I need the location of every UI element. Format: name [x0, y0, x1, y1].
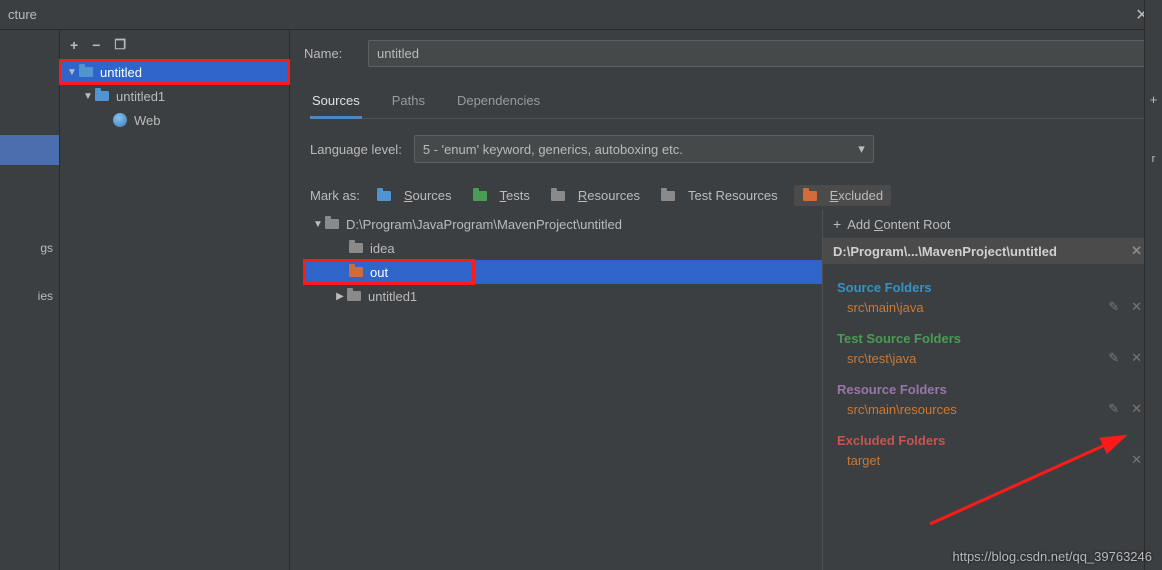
- add-content-root-label: Add Content Root: [847, 217, 950, 232]
- sources-content: ▼ D:\Program\JavaProgram\MavenProject\un…: [304, 210, 1152, 570]
- folder-icon: [660, 189, 676, 203]
- left-category-strip: gs ies: [0, 30, 60, 570]
- module-node-untitled1[interactable]: ▼ untitled1: [60, 84, 289, 108]
- module-editor: Name: Sources Paths Dependencies Languag…: [290, 30, 1162, 570]
- dir-label: untitled1: [368, 289, 417, 304]
- expand-icon[interactable]: ▼: [82, 91, 94, 102]
- excluded-folders-title: Excluded Folders: [837, 433, 1142, 448]
- plus-icon: +: [833, 216, 841, 232]
- watermark: https://blog.csdn.net/qq_39763246: [953, 549, 1153, 564]
- edit-icon[interactable]: ✎: [1108, 350, 1119, 366]
- module-node-untitled[interactable]: ▼ untitled: [60, 60, 289, 84]
- mark-as-row: Mark as: Sources Tests Resources Test Re…: [310, 185, 1146, 206]
- web-icon: [112, 113, 128, 127]
- resource-folder-item[interactable]: src\main\resources ✎✕: [837, 399, 1142, 423]
- content-root-label: D:\Program\...\MavenProject\untitled: [833, 244, 1057, 259]
- body: gs ies + − ❐ ▼ untitled ▼ untitled1: [0, 30, 1162, 570]
- expand-icon[interactable]: ▼: [312, 219, 324, 230]
- left-category-item[interactable]: gs: [0, 233, 59, 263]
- folder-icon: [376, 189, 392, 203]
- add-content-root[interactable]: + Add Content Root: [823, 210, 1152, 238]
- left-category-item[interactable]: [0, 165, 59, 195]
- test-folder-item[interactable]: src\test\java ✎✕: [837, 348, 1142, 372]
- left-category-item[interactable]: ies: [0, 281, 59, 311]
- add-icon[interactable]: +: [70, 37, 78, 53]
- source-folders-title: Source Folders: [837, 280, 1142, 295]
- tab-dependencies[interactable]: Dependencies: [455, 85, 542, 118]
- content-root-path[interactable]: D:\Program\...\MavenProject\untitled ✕: [823, 238, 1152, 264]
- mark-test-resources-button[interactable]: Test Resources: [656, 186, 782, 205]
- mark-sources-button[interactable]: Sources: [372, 186, 456, 205]
- window-title: cture: [8, 7, 1130, 22]
- folder-icon: [324, 217, 340, 231]
- remove-content-root-icon[interactable]: ✕: [1131, 243, 1142, 259]
- language-level-label: Language level:: [310, 142, 402, 157]
- chevron-down-icon: ▾: [858, 141, 865, 157]
- remove-icon[interactable]: ✕: [1131, 350, 1142, 366]
- module-node-web[interactable]: Web: [60, 108, 289, 132]
- dir-label: out: [370, 265, 388, 280]
- module-toolbar: + − ❐: [60, 30, 289, 58]
- edit-icon[interactable]: ✎: [1108, 401, 1119, 417]
- language-level-dropdown[interactable]: 5 - 'enum' keyword, generics, autoboxing…: [414, 135, 874, 163]
- test-folders-title: Test Source Folders: [837, 331, 1142, 346]
- module-label: untitled1: [116, 89, 165, 104]
- language-level-value: 5 - 'enum' keyword, generics, autoboxing…: [423, 142, 683, 157]
- folder-icon: [472, 189, 488, 203]
- module-tree: ▼ untitled ▼ untitled1 Web: [60, 58, 289, 570]
- remove-icon[interactable]: ✕: [1131, 452, 1142, 468]
- remove-icon[interactable]: ✕: [1131, 401, 1142, 417]
- tab-sources[interactable]: Sources: [310, 85, 362, 119]
- remove-icon[interactable]: −: [92, 37, 100, 53]
- content-root-panel: + Add Content Root D:\Program\...\MavenP…: [822, 210, 1152, 570]
- folder-icon: [802, 189, 818, 203]
- module-icon: [78, 65, 94, 79]
- dir-out[interactable]: out: [304, 260, 474, 284]
- directory-tree: ▼ D:\Program\JavaProgram\MavenProject\un…: [304, 210, 822, 570]
- expand-icon[interactable]: ▼: [66, 67, 78, 78]
- tab-paths[interactable]: Paths: [390, 85, 427, 118]
- language-level-row: Language level: 5 - 'enum' keyword, gene…: [310, 135, 1146, 163]
- project-structure-window: cture ✕ gs ies + − ❐ ▼ untitled: [0, 0, 1162, 570]
- folder-icon: [550, 189, 566, 203]
- module-label: Web: [134, 113, 161, 128]
- dir-untitled1[interactable]: ▶ untitled1: [304, 284, 822, 308]
- settings-icon[interactable]: r: [1152, 153, 1156, 165]
- plus-icon[interactable]: +: [1150, 92, 1158, 107]
- folder-icon: [346, 289, 362, 303]
- mark-tests-button[interactable]: Tests: [468, 186, 534, 205]
- dir-label: D:\Program\JavaProgram\MavenProject\unti…: [346, 217, 622, 232]
- dir-idea[interactable]: idea: [304, 236, 822, 260]
- mark-as-label: Mark as:: [310, 188, 360, 203]
- titlebar[interactable]: cture ✕: [0, 0, 1162, 30]
- name-label: Name:: [304, 46, 368, 61]
- module-tabs: Sources Paths Dependencies: [310, 85, 1146, 119]
- folder-icon: [348, 241, 364, 255]
- resource-folders-title: Resource Folders: [837, 382, 1142, 397]
- copy-icon[interactable]: ❐: [114, 37, 126, 53]
- remove-icon[interactable]: ✕: [1131, 299, 1142, 315]
- folder-icon: [348, 265, 364, 279]
- name-input[interactable]: [368, 40, 1152, 67]
- folder-groups: Source Folders src\main\java ✎✕ Test Sou…: [823, 264, 1152, 474]
- name-row: Name:: [304, 40, 1152, 67]
- module-label: untitled: [100, 65, 142, 80]
- excluded-folder-item[interactable]: target ✕: [837, 450, 1142, 474]
- expand-icon[interactable]: ▶: [334, 291, 346, 302]
- dir-out-row[interactable]: out: [304, 260, 822, 284]
- left-category-item[interactable]: [0, 135, 59, 165]
- source-folder-item[interactable]: src\main\java ✎✕: [837, 297, 1142, 321]
- right-gutter: + r: [1144, 0, 1162, 570]
- module-tree-panel: + − ❐ ▼ untitled ▼ untitled1 Web: [60, 30, 290, 570]
- dir-label: idea: [370, 241, 395, 256]
- edit-icon[interactable]: ✎: [1108, 299, 1119, 315]
- mark-resources-button[interactable]: Resources: [546, 186, 644, 205]
- module-icon: [94, 89, 110, 103]
- mark-excluded-button[interactable]: Excluded: [794, 185, 891, 206]
- dir-root[interactable]: ▼ D:\Program\JavaProgram\MavenProject\un…: [304, 212, 822, 236]
